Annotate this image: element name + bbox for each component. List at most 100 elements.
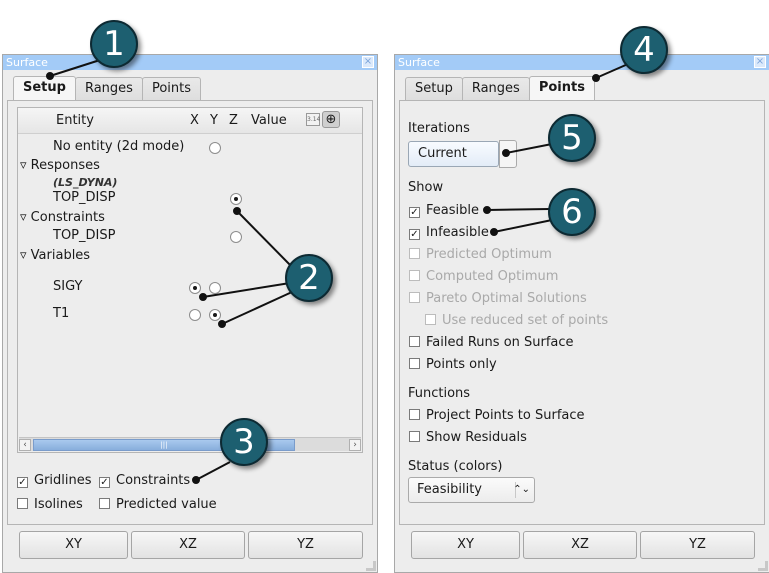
tab-ranges[interactable]: Ranges [74, 77, 143, 100]
callout-2: 2 [285, 254, 333, 302]
checkbox-project-points[interactable]: Project Points to Surface [409, 408, 585, 423]
tree-group-responses[interactable]: ▿ Responses [20, 158, 100, 173]
checkbox-predicted-value[interactable]: Predicted value [99, 497, 217, 512]
radio-response-z[interactable] [230, 193, 242, 205]
xy-button[interactable]: XY [411, 531, 520, 559]
tab-setup[interactable]: Setup [13, 76, 76, 100]
view-button-row: XY XZ YZ [19, 531, 363, 559]
scroll-left-arrow-icon[interactable]: ‹ [19, 439, 31, 451]
tree-header: Entity X Y Z Value 3.14 ⊕ [18, 108, 362, 134]
header-value[interactable]: Value [251, 113, 287, 128]
status-colors-select[interactable]: Feasibility ⌃⌄ [408, 477, 535, 503]
checkbox-icon[interactable]: ✓ [17, 477, 28, 488]
radio-no-entity-y[interactable] [209, 142, 221, 154]
tree-item-constraint-top-disp[interactable]: TOP_DISP [53, 228, 115, 243]
expand-arrow-icon[interactable]: ▿ [20, 158, 27, 173]
setup-tab-body: Entity X Y Z Value 3.14 ⊕ No entity (2d … [7, 100, 373, 525]
callout-1: 1 [90, 20, 138, 68]
surface-panel-setup: Surface × Setup Ranges Points Entity X Y… [2, 54, 378, 573]
checkbox-failed-runs[interactable]: Failed Runs on Surface [409, 335, 574, 350]
tab-setup[interactable]: Setup [405, 77, 463, 100]
title-bar: Surface × [3, 55, 377, 70]
header-entity[interactable]: Entity [56, 113, 94, 128]
checkbox-icon[interactable]: ✓ [409, 207, 420, 218]
radio-sigy-y[interactable] [209, 282, 221, 294]
checkbox-icon[interactable]: ✓ [409, 229, 420, 240]
group-label: Variables [30, 248, 91, 263]
tree-group-variables[interactable]: ▿ Variables [20, 248, 90, 263]
checkbox-icon[interactable]: ✓ [99, 477, 110, 488]
tree-item-t1[interactable]: T1 [53, 306, 69, 321]
option-label: Constraints [116, 473, 191, 488]
tree-group-constraints[interactable]: ▿ Constraints [20, 210, 105, 225]
tab-points[interactable]: Points [141, 77, 202, 100]
checkbox-pareto-optimal: Pareto Optimal Solutions [409, 291, 587, 306]
tab-bar: Setup Ranges Points [405, 76, 595, 100]
callout-4: 4 [620, 26, 668, 74]
yz-button[interactable]: YZ [248, 531, 363, 559]
checkbox-icon[interactable] [17, 498, 28, 509]
radio-sigy-x[interactable] [189, 282, 201, 294]
checkbox-constraints[interactable]: ✓ Constraints [99, 473, 190, 488]
checkbox-isolines[interactable]: Isolines [17, 497, 83, 512]
checkbox-icon[interactable] [409, 431, 420, 442]
checkbox-show-residuals[interactable]: Show Residuals [409, 430, 527, 445]
points-tab-body: Iterations Current Show ✓ Feasible ✓ Infea… [399, 100, 765, 525]
radio-constraint-z[interactable] [230, 231, 242, 243]
checkbox-icon[interactable] [409, 336, 420, 347]
scroll-right-arrow-icon[interactable]: › [349, 439, 361, 451]
checkbox-icon [409, 292, 420, 303]
xz-button[interactable]: XZ [131, 531, 245, 559]
radio-t1-y[interactable] [209, 309, 221, 321]
expand-arrow-icon[interactable]: ▿ [20, 248, 27, 263]
window-title: Surface [6, 56, 48, 69]
number-format-icon[interactable]: 3.14 [306, 113, 320, 126]
group-label: Responses [30, 158, 100, 173]
option-label: Computed Optimum [426, 269, 559, 284]
checkbox-gridlines[interactable]: ✓ Gridlines [17, 473, 92, 488]
yz-button[interactable]: YZ [640, 531, 755, 559]
checkbox-infeasible[interactable]: ✓ Infeasible [409, 225, 489, 240]
iterations-combo[interactable]: Current [408, 141, 499, 167]
header-y[interactable]: Y [210, 113, 218, 128]
iterations-dropdown-button[interactable] [499, 140, 517, 168]
close-icon[interactable]: × [362, 56, 374, 68]
checkbox-feasible[interactable]: ✓ Feasible [409, 203, 479, 218]
resize-grip-icon[interactable] [758, 561, 768, 571]
radio-t1-x[interactable] [189, 309, 201, 321]
header-z[interactable]: Z [229, 113, 238, 128]
checkbox-icon[interactable] [409, 409, 420, 420]
tree-item-response-top-disp[interactable]: TOP_DISP [53, 190, 115, 205]
option-label: Failed Runs on Surface [426, 335, 574, 350]
option-label: Use reduced set of points [442, 313, 609, 328]
tree-item-sigy[interactable]: SIGY [53, 279, 82, 294]
resize-grip-icon[interactable] [366, 561, 376, 571]
updown-chevron-icon: ⌃⌄ [513, 484, 530, 495]
header-x[interactable]: X [190, 113, 199, 128]
checkbox-icon[interactable] [99, 498, 110, 509]
checkbox-predicted-optimum: Predicted Optimum [409, 247, 552, 262]
xz-button[interactable]: XZ [523, 531, 637, 559]
option-label: Feasible [426, 203, 479, 218]
tab-points[interactable]: Points [528, 76, 595, 100]
option-label: Infeasible [426, 225, 489, 240]
checkbox-computed-optimum: Computed Optimum [409, 269, 558, 284]
tab-bar: Setup Ranges Points [13, 76, 202, 100]
functions-label: Functions [408, 386, 471, 401]
checkbox-icon [425, 314, 436, 325]
tree-item-no-entity[interactable]: No entity (2d mode) [53, 139, 184, 154]
checkbox-icon[interactable] [409, 358, 420, 369]
view-button-row: XY XZ YZ [411, 531, 755, 559]
checkbox-points-only[interactable]: Points only [409, 357, 497, 372]
option-label: Pareto Optimal Solutions [426, 291, 587, 306]
close-icon[interactable]: × [754, 56, 766, 68]
callout-3: 3 [220, 418, 268, 466]
tab-ranges[interactable]: Ranges [461, 77, 530, 100]
horizontal-scrollbar[interactable]: ‹ ||| › [19, 437, 361, 451]
status-colors-label: Status (colors) [408, 459, 503, 474]
expand-arrow-icon[interactable]: ▿ [20, 210, 27, 225]
xy-button[interactable]: XY [19, 531, 128, 559]
pin-icon[interactable]: ⊕ [322, 111, 340, 128]
title-bar: Surface × [395, 55, 769, 70]
option-label: Gridlines [34, 473, 92, 488]
